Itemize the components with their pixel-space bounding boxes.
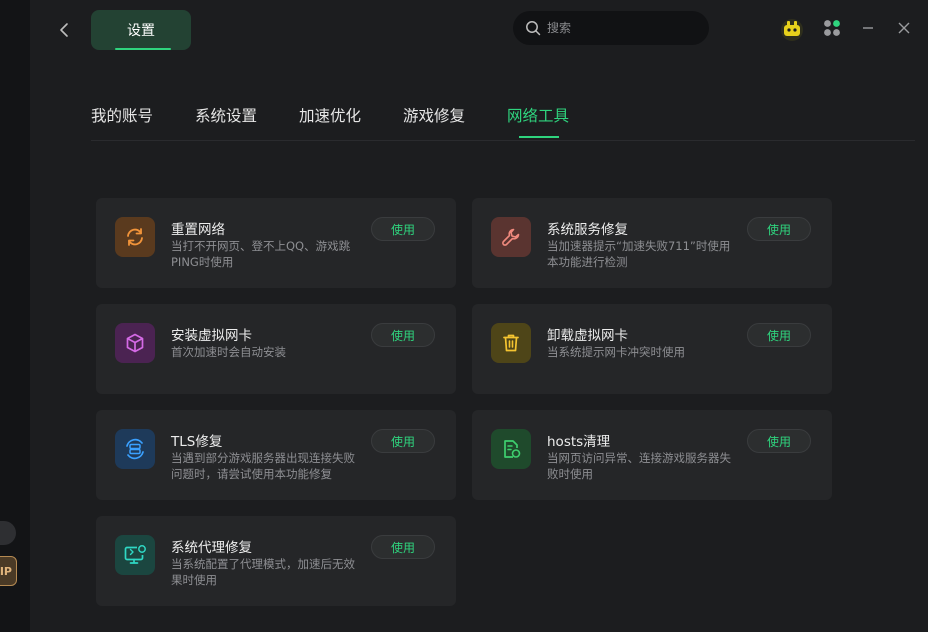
use-button-reset-network[interactable]: 使用 (371, 217, 435, 241)
cube-icon (126, 333, 144, 353)
card-title: hosts清理 (547, 434, 611, 450)
grid-icon (824, 20, 840, 36)
card-description: 当网页访问异常、连接游戏服务器失败时使用 (547, 451, 731, 481)
left-sidebar-strip: IP (0, 0, 30, 632)
wrench-icon (502, 228, 520, 246)
card-description: 首次加速时会自动安装 (171, 345, 286, 359)
server-refresh-icon (126, 438, 144, 460)
card-description: 当加速器提示“加速失败711”时使用本功能进行检测 (547, 239, 731, 269)
tool-card-uninstall-virtual-nic: 卸载虚拟网卡 当系统提示网卡冲突时使用 使用 (472, 304, 832, 394)
tool-card-tls-repair: TLS修复 当遇到部分游戏服务器出现连接失败问题时，请尝试使用本功能修复 使用 (96, 410, 456, 500)
search-box[interactable] (513, 11, 709, 45)
minimize-icon (863, 27, 873, 29)
card-title: TLS修复 (171, 434, 223, 450)
tab-game-repair[interactable]: 游戏修复 (403, 104, 465, 126)
page-title: 设置 (91, 10, 191, 50)
tool-card-hosts-cleanup: hosts清理 当网页访问异常、连接游戏服务器失败时使用 使用 (472, 410, 832, 500)
card-icon-system-proxy-repair (115, 535, 155, 575)
card-description: 当打不开网页、登不上QQ、游戏跳PING时使用 (171, 239, 351, 269)
card-title: 重置网络 (171, 222, 225, 238)
back-button[interactable] (52, 18, 76, 42)
tool-card-system-service-repair: 系统服务修复 当加速器提示“加速失败711”时使用本功能进行检测 使用 (472, 198, 832, 288)
use-button-tls-repair[interactable]: 使用 (371, 429, 435, 453)
use-button-system-proxy-repair[interactable]: 使用 (371, 535, 435, 559)
card-icon-hosts-cleanup (491, 429, 531, 469)
minimize-button[interactable] (857, 17, 879, 39)
card-title: 卸载虚拟网卡 (547, 328, 628, 344)
vip-badge[interactable]: IP (0, 556, 17, 586)
card-description: 当系统提示网卡冲突时使用 (547, 345, 685, 359)
card-title: 系统代理修复 (171, 540, 252, 556)
vip-badge-label: IP (0, 564, 12, 578)
monitor-refresh-icon (124, 545, 146, 564)
mascot-button[interactable] (779, 16, 805, 42)
search-input[interactable] (547, 21, 697, 35)
card-title: 系统服务修复 (547, 222, 628, 238)
tab-my-account[interactable]: 我的账号 (91, 104, 153, 126)
card-icon-reset-network (115, 217, 155, 257)
close-button[interactable] (893, 17, 915, 39)
tab-system-settings[interactable]: 系统设置 (195, 104, 257, 126)
tool-card-reset-network: 重置网络 当打不开网页、登不上QQ、游戏跳PING时使用 使用 (96, 198, 456, 288)
card-icon-system-service-repair (491, 217, 531, 257)
close-icon (898, 22, 910, 34)
search-icon (526, 21, 541, 36)
tab-bar: 我的账号 系统设置 加速优化 游戏修复 网络工具 (91, 100, 915, 141)
apps-button[interactable] (821, 17, 843, 39)
tab-acceleration[interactable]: 加速优化 (299, 104, 361, 126)
use-button-install-virtual-nic[interactable]: 使用 (371, 323, 435, 347)
active-tab-indicator (519, 136, 559, 138)
card-description: 当遇到部分游戏服务器出现连接失败问题时，请尝试使用本功能修复 (171, 451, 355, 481)
title-underline (115, 48, 171, 50)
page-title-label: 设置 (127, 23, 155, 39)
tab-network-tools[interactable]: 网络工具 (507, 104, 569, 126)
settings-panel: 设置 搜索 我的账号 系统设置 加速优化 游戏修复 网络工具 重置网络 当打不开… (30, 0, 928, 632)
refresh-icon (127, 228, 143, 246)
mascot-icon (781, 19, 803, 41)
use-button-hosts-cleanup[interactable]: 使用 (747, 429, 811, 453)
tool-card-install-virtual-nic: 安装虚拟网卡 首次加速时会自动安装 使用 (96, 304, 456, 394)
tool-card-system-proxy-repair: 系统代理修复 当系统配置了代理模式，加速后无效果时使用 使用 (96, 516, 456, 606)
card-title: 安装虚拟网卡 (171, 328, 252, 344)
use-button-system-service-repair[interactable]: 使用 (747, 217, 811, 241)
card-icon-uninstall-virtual-nic (491, 323, 531, 363)
trash-icon (503, 334, 519, 352)
sidebar-pill[interactable] (0, 521, 16, 545)
document-refresh-icon (504, 440, 521, 458)
chevron-left-icon (60, 23, 68, 37)
use-button-uninstall-virtual-nic[interactable]: 使用 (747, 323, 811, 347)
card-icon-tls-repair (115, 429, 155, 469)
card-icon-install-virtual-nic (115, 323, 155, 363)
card-description: 当系统配置了代理模式，加速后无效果时使用 (171, 557, 355, 587)
